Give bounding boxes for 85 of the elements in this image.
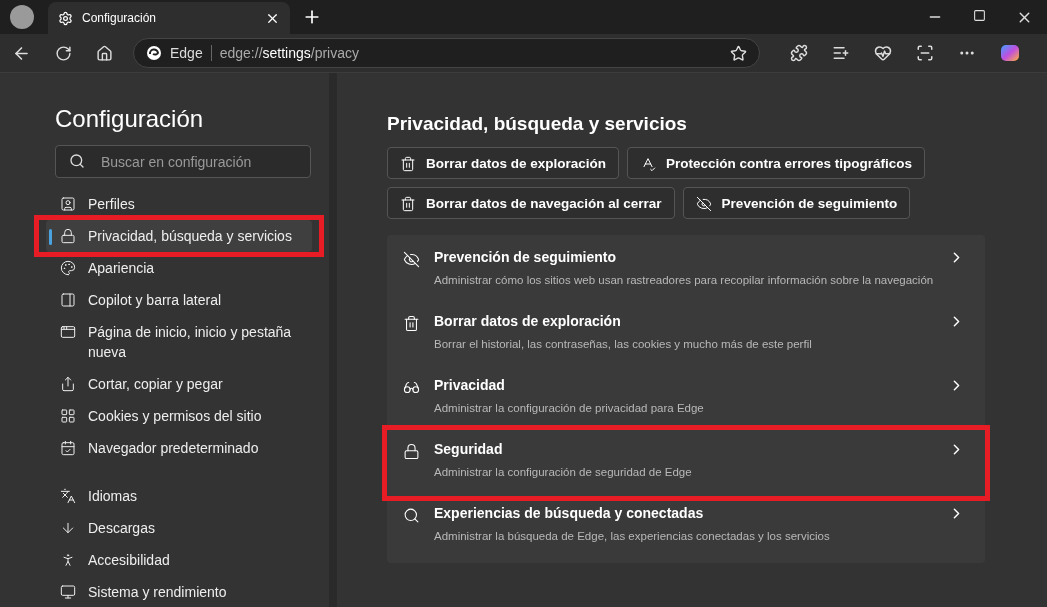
gradient-logo-icon[interactable] [1000,43,1020,63]
settings-row[interactable]: Experiencias de búsqueda y conectadas Administrar la búsqueda de Edge, las experiencias conectadas y los servicios [387,495,985,559]
trash-icon [403,315,420,332]
lock-icon [403,443,420,460]
row-description: Administrar la configuración de privacidad para Edge [434,402,705,414]
download-icon [60,520,76,536]
settings-row[interactable]: Seguridad Administrar la configuración de seguridad de Edge [387,431,985,495]
heart-pulse-icon[interactable] [874,44,892,62]
site-label: Edge [170,45,203,61]
spellcheck-icon [640,156,657,172]
screenshot-icon[interactable] [916,44,934,62]
nav-item[interactable]: Cortar, copiar y pegar [46,368,312,400]
nav-item[interactable]: Idiomas [46,480,312,512]
nav-label: Página de inicio, inicio y pestaña nueva [88,323,293,362]
trash-icon [400,196,416,212]
selection-indicator [49,229,52,245]
url-text: edge://settings/privacy [219,45,360,61]
settings-icon [58,10,73,26]
quick-action-button[interactable]: Borrar datos de exploración [387,147,620,179]
maximize-icon[interactable] [973,8,986,22]
nav-item[interactable]: Copilot y barra lateral [46,284,312,316]
address-bar[interactable]: Edge edge://settings/privacy [133,38,760,68]
eye-off-icon [695,196,712,212]
settings-row[interactable]: Borrar datos de exploración Borrar el historial, las contraseñas, las cookies y mucho más de este perfil [387,303,985,367]
home-icon[interactable] [96,44,113,62]
row-title: Borrar datos de exploración [434,313,622,329]
row-description: Administrar la búsqueda de Edge, las experiencias conectadas y los servicios [434,530,831,542]
panel-icon [60,292,76,308]
row-description: Administrar cómo los sitios web usan rastreadores para recopilar información sobre la navegación [434,274,934,286]
avatar[interactable] [10,5,34,29]
grid-icon [60,408,76,424]
row-description: Administrar la configuración de seguridad de Edge [434,466,693,478]
quick-action-button[interactable]: Protección contra errores tipográficos [627,147,926,179]
quick-action-button[interactable]: Borrar datos de navegación al cerrar [387,187,675,219]
row-title: Privacidad [434,377,506,393]
palette-icon [60,260,76,276]
nav-label: Perfiles [88,195,135,214]
sidebar-title: Configuración [55,105,205,133]
search-field[interactable]: Buscar en configuración [55,145,311,178]
nav-item[interactable]: Perfiles [46,188,312,220]
nav-label: Accesibilidad [88,551,170,570]
quick-action-button[interactable]: Prevención de seguimiento [682,187,911,219]
swirl-logo-icon [146,45,162,61]
refresh-icon[interactable] [55,44,72,62]
search-icon [403,507,420,524]
star-icon[interactable] [730,44,747,62]
nav-item[interactable]: Privacidad, búsqueda y servicios [46,220,312,252]
monitor-icon [60,584,76,600]
person-icon [60,552,76,568]
nav-label: Cookies y permisos del sitio [88,407,262,426]
nav-item[interactable]: Descargas [46,512,312,544]
nav-item[interactable]: Sistema y rendimiento [46,576,312,607]
row-title: Prevención de seguimiento [434,249,618,265]
share-icon [60,376,76,392]
window-icon [60,324,76,340]
row-title: Experiencias de búsqueda y conectadas [434,505,705,521]
trash-icon [400,156,416,172]
row-title: Seguridad [434,441,504,457]
settings-row[interactable]: Privacidad Administrar la configuración de privacidad para Edge [387,367,985,431]
nav-label: Navegador predeterminado [88,439,259,458]
nav-label: Cortar, copiar y pegar [88,375,223,394]
search-icon [69,153,85,169]
nav-item[interactable]: Navegador predeterminado [46,432,312,464]
calendar-check-icon [60,440,76,456]
favorites-icon[interactable] [832,44,850,62]
browser-tab[interactable]: Configuración [48,2,290,34]
nav-item[interactable]: Apariencia [46,252,312,284]
nav-label: Copilot y barra lateral [88,291,222,310]
page-title: Privacidad, búsqueda y servicios [387,113,688,135]
lock-icon [60,228,76,244]
puzzle-icon[interactable] [790,44,808,62]
nav-item[interactable]: Página de inicio, inicio y pestaña nueva [46,316,312,368]
profile-icon [60,196,76,212]
languages-icon [60,488,76,504]
nav-label: Sistema y rendimiento [88,583,227,602]
nav-label: Idiomas [88,487,138,506]
settings-row[interactable]: Prevención de seguimiento Administrar cómo los sitios web usan rastreadores para recopilar información sobre la navegación [387,239,985,303]
row-description: Borrar el historial, las contraseñas, las cookies y mucho más de este perfil [434,338,813,350]
eye-off-icon [403,251,420,268]
nav-label: Descargas [88,519,155,538]
nav-label: Privacidad, búsqueda y servicios [88,227,292,246]
nav-item[interactable]: Accesibilidad [46,544,312,576]
nav-item[interactable]: Cookies y permisos del sitio [46,400,312,432]
glasses-icon [403,379,420,396]
nav-label: Apariencia [88,259,155,278]
